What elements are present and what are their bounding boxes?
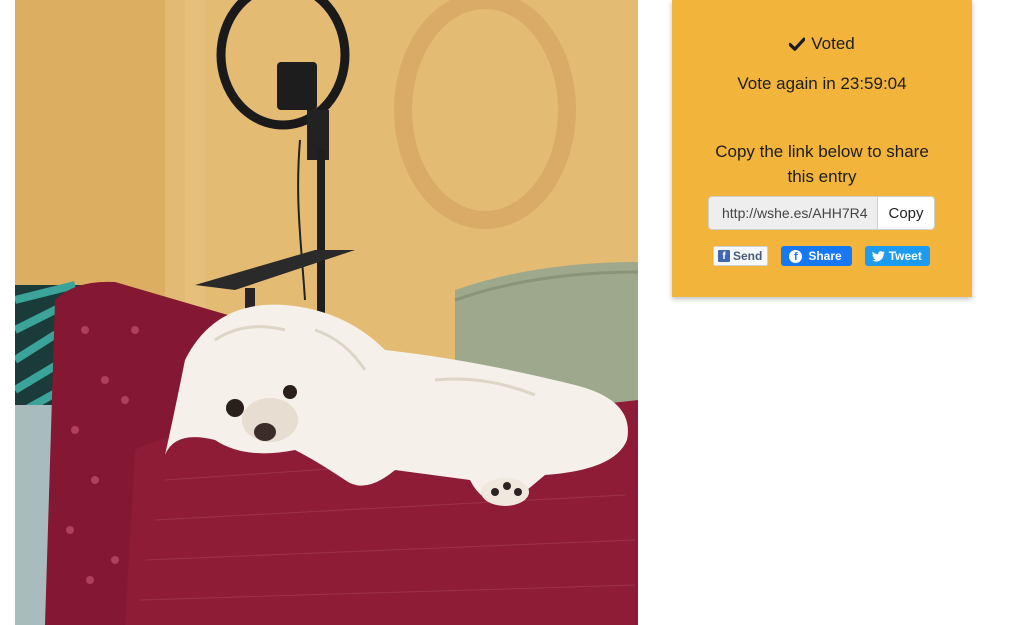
- vote-panel: Voted Vote again in 23:59:04 Copy the li…: [672, 0, 972, 297]
- voted-status: Voted: [672, 34, 972, 54]
- facebook-share-button[interactable]: f Share: [781, 246, 852, 266]
- tweet-button[interactable]: Tweet: [864, 246, 930, 266]
- share-prompt: Copy the link below to share this entry: [715, 142, 929, 186]
- facebook-square-icon: f: [718, 250, 730, 262]
- check-icon: [789, 37, 806, 51]
- facebook-send-button[interactable]: f Send: [713, 246, 769, 266]
- social-share-buttons: f Send f Share Tweet: [713, 246, 930, 266]
- share-link-input[interactable]: [708, 196, 877, 230]
- entry-photo: [15, 0, 638, 625]
- share-label: Share: [808, 249, 842, 263]
- vote-countdown: Vote again in 23:59:04: [737, 74, 907, 93]
- send-label: Send: [733, 249, 763, 263]
- twitter-bird-icon: [871, 250, 885, 262]
- share-link-group: Copy: [708, 196, 935, 230]
- copy-button[interactable]: Copy: [877, 196, 935, 230]
- tweet-label: Tweet: [888, 249, 922, 263]
- facebook-circle-icon: f: [789, 249, 803, 263]
- voted-label: Voted: [811, 34, 855, 53]
